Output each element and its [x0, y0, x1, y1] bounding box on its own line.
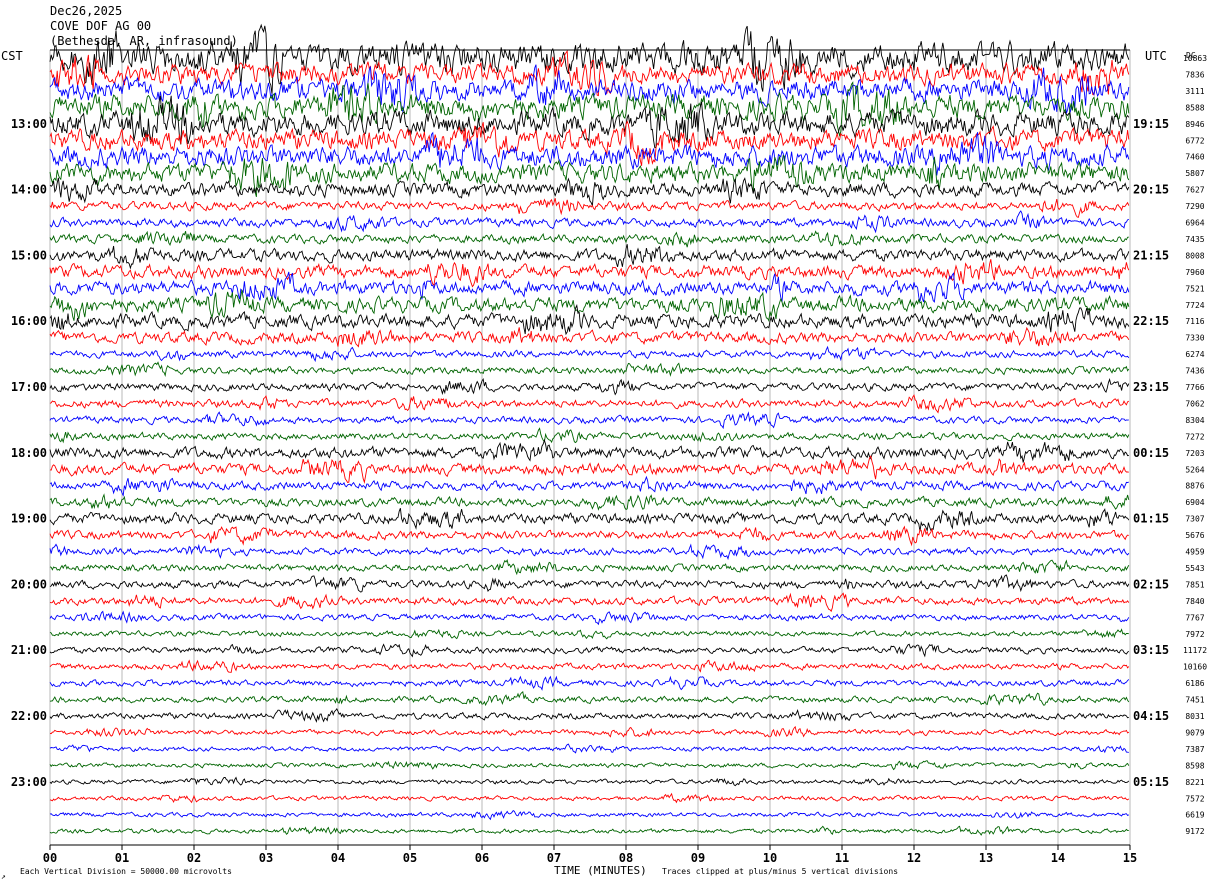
dc-offset-value: 7960	[1185, 268, 1204, 277]
hour-label-utc: 21:15	[1133, 248, 1169, 262]
dc-offset-value: 9079	[1185, 728, 1204, 737]
dc-offset-value: 8031	[1185, 712, 1204, 721]
x-axis-title: TIME (MINUTES)	[554, 864, 647, 877]
hour-label-utc: 00:15	[1133, 446, 1169, 460]
dc-offset-value: 8946	[1185, 120, 1204, 129]
x-tick-label: 15	[1123, 851, 1137, 865]
x-tick-label: 04	[331, 851, 345, 865]
dc-offset-value: 7521	[1185, 284, 1204, 293]
dc-offset-value: 7851	[1185, 580, 1204, 589]
hour-label-cst: 21:00	[11, 643, 47, 657]
hour-label-cst: 17:00	[11, 380, 47, 394]
x-tick-label: 11	[835, 851, 849, 865]
dc-offset-value: 7767	[1185, 613, 1204, 622]
dc-offset-value: 7116	[1185, 317, 1204, 326]
dc-offset-value: 7840	[1185, 597, 1204, 606]
corner-arrow-icon: ↗	[1, 872, 6, 881]
scale-note: Each Vertical Division = 50000.00 microv…	[20, 867, 232, 876]
header-location: (Bethesda, AR, infrasound)	[50, 34, 238, 48]
hour-label-utc: 03:15	[1133, 643, 1169, 657]
dc-offset-value: 7627	[1185, 186, 1204, 195]
dc-offset-value: 7272	[1185, 432, 1204, 441]
dc-offset-value: 7972	[1185, 630, 1204, 639]
dc-offset-value: 7330	[1185, 334, 1204, 343]
dc-offset-value: 11172	[1183, 646, 1207, 655]
dc-offset-value: 7451	[1185, 696, 1204, 705]
hour-label-utc: 23:15	[1133, 380, 1169, 394]
dc-offset-value: 7460	[1185, 153, 1204, 162]
dc-offset-value: 9172	[1185, 827, 1204, 836]
hour-label-cst: 13:00	[11, 117, 47, 131]
dc-offset-value: 7387	[1185, 745, 1204, 754]
x-tick-label: 12	[907, 851, 921, 865]
dc-offset-value: 7572	[1185, 794, 1204, 803]
x-tick-label: 10	[763, 851, 777, 865]
hour-label-cst: 23:00	[11, 775, 47, 789]
dc-column-label: DC	[1186, 51, 1196, 60]
dc-offset-value: 7436	[1185, 367, 1204, 376]
dc-offset-value: 4959	[1185, 548, 1204, 557]
dc-offset-value: 8221	[1185, 778, 1204, 787]
dc-offset-value: 6772	[1185, 136, 1204, 145]
hour-label-utc: 05:15	[1133, 775, 1169, 789]
x-tick-label: 08	[619, 851, 633, 865]
hour-label-utc: 01:15	[1133, 512, 1169, 526]
dc-offset-value: 7836	[1185, 70, 1204, 79]
dc-offset-value: 8876	[1185, 482, 1204, 491]
x-tick-label: 03	[259, 851, 273, 865]
dc-offset-value: 6964	[1185, 219, 1204, 228]
dc-offset-value: 5807	[1185, 169, 1204, 178]
header-date: Dec26,2025	[50, 4, 122, 18]
hour-label-cst: 20:00	[11, 577, 47, 591]
x-tick-label: 01	[115, 851, 129, 865]
x-tick-label: 13	[979, 851, 993, 865]
dc-offset-value: 7307	[1185, 515, 1204, 524]
x-tick-label: 00	[43, 851, 57, 865]
hour-label-cst: 15:00	[11, 248, 47, 262]
header-station: COVE DOF AG 00	[50, 19, 151, 33]
dc-offset-value: 7766	[1185, 383, 1204, 392]
dc-offset-value: 3111	[1185, 87, 1204, 96]
dc-offset-value: 8588	[1185, 103, 1204, 112]
left-timezone-label: CST	[1, 49, 23, 63]
dc-offset-value: 7724	[1185, 301, 1204, 310]
dc-offset-value: 5264	[1185, 465, 1204, 474]
dc-offset-value: 6186	[1185, 679, 1204, 688]
hour-label-utc: 04:15	[1133, 709, 1169, 723]
hour-label-cst: 18:00	[11, 446, 47, 460]
clip-note: Traces clipped at plus/minus 5 vertical …	[662, 867, 898, 876]
dc-offset-value: 6904	[1185, 498, 1204, 507]
dc-offset-value: 6619	[1185, 811, 1204, 820]
right-timezone-label: UTC	[1145, 49, 1167, 63]
x-tick-label: 14	[1051, 851, 1065, 865]
hour-label-utc: 22:15	[1133, 314, 1169, 328]
dc-offset-value: 5543	[1185, 564, 1204, 573]
dc-offset-value: 7062	[1185, 399, 1204, 408]
dc-offset-value: 7290	[1185, 202, 1204, 211]
dc-offset-value: 7435	[1185, 235, 1204, 244]
hour-label-cst: 22:00	[11, 709, 47, 723]
dc-offset-value: 5676	[1185, 531, 1204, 540]
dc-offset-value: 8304	[1185, 416, 1204, 425]
x-tick-label: 07	[547, 851, 561, 865]
dc-offset-value: 7203	[1185, 449, 1204, 458]
x-tick-label: 09	[691, 851, 705, 865]
helicorder-plot: 00 01 02 03 04 05 06 07 08 09 10 11 12 13 14 15 13:00 14…	[0, 0, 1210, 886]
hour-label-utc: 19:15	[1133, 117, 1169, 131]
hour-label-utc: 20:15	[1133, 183, 1169, 197]
dc-offset-value: 8598	[1185, 761, 1204, 770]
x-tick-label: 02	[187, 851, 201, 865]
hour-label-utc: 02:15	[1133, 577, 1169, 591]
dc-offset-value: 6274	[1185, 350, 1204, 359]
x-tick-label: 05	[403, 851, 417, 865]
hour-label-cst: 14:00	[11, 183, 47, 197]
dc-offset-value: 10160	[1183, 663, 1207, 672]
x-tick-label: 06	[475, 851, 489, 865]
dc-offset-value: 8008	[1185, 251, 1204, 260]
hour-label-cst: 16:00	[11, 314, 47, 328]
hour-label-cst: 19:00	[11, 512, 47, 526]
